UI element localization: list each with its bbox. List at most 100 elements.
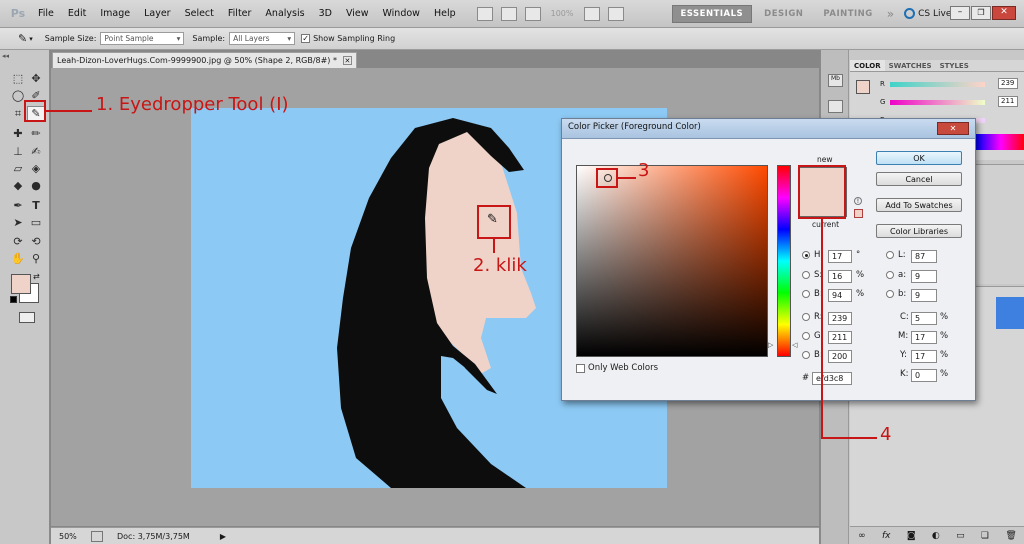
hue-slider-left-arrow-icon[interactable]: ▷ <box>768 341 773 349</box>
more-workspaces-icon[interactable]: » <box>887 7 894 21</box>
hex-input[interactable]: efd3c8 <box>812 372 852 385</box>
screen-mode-icon[interactable] <box>607 6 624 21</box>
magenta-input[interactable]: 17 <box>911 331 937 344</box>
new-group-icon[interactable]: ▭ <box>956 531 965 541</box>
close-document-icon[interactable]: ✕ <box>342 56 352 65</box>
cs-live-button[interactable]: CS Live <box>918 9 951 19</box>
menu-image[interactable]: Image <box>93 8 137 19</box>
workspace-painting[interactable]: PAINTING <box>815 5 880 23</box>
menu-3d[interactable]: 3D <box>312 8 339 19</box>
link-layers-icon[interactable]: ∞ <box>858 531 866 541</box>
green-input[interactable]: 211 <box>828 331 852 344</box>
blue-input[interactable]: 200 <box>828 350 852 363</box>
type-tool-icon[interactable]: T <box>27 198 45 213</box>
restore-icon[interactable]: ❐ <box>971 6 991 20</box>
ok-button[interactable]: OK <box>876 151 962 165</box>
history-panel-icon[interactable] <box>828 100 843 113</box>
b-lab-input[interactable]: 9 <box>911 289 937 302</box>
cyan-input[interactable]: 5 <box>911 312 937 325</box>
menu-filter[interactable]: Filter <box>221 8 259 19</box>
color-libraries-button[interactable]: Color Libraries <box>876 224 962 238</box>
zoom-level-display[interactable]: 100% <box>551 9 574 18</box>
paint-bucket-tool-icon[interactable]: ◈ <box>27 161 45 176</box>
add-to-swatches-button[interactable]: Add To Swatches <box>876 198 962 212</box>
menu-edit[interactable]: Edit <box>61 8 93 19</box>
r-slider[interactable] <box>890 82 985 87</box>
red-input[interactable]: 239 <box>828 312 852 325</box>
menu-layer[interactable]: Layer <box>137 8 178 19</box>
delete-layer-icon[interactable]: 🗑 <box>1005 531 1016 541</box>
adjustment-layer-icon[interactable]: ◐ <box>932 531 940 541</box>
view-extras-icon[interactable] <box>524 6 541 21</box>
yellow-input[interactable]: 17 <box>911 350 937 363</box>
mini-bridge-panel-icon[interactable]: Mb <box>828 74 843 87</box>
bridge-icon[interactable] <box>476 6 493 21</box>
sample-size-select[interactable]: Point Sample ▾ <box>100 32 185 45</box>
path-selection-tool-icon[interactable]: ➤ <box>9 215 27 230</box>
cancel-button[interactable]: Cancel <box>876 172 962 186</box>
gamut-warning-icon[interactable]: ! <box>854 197 862 205</box>
web-safe-swatch[interactable] <box>854 209 863 218</box>
lightness-input[interactable]: 87 <box>911 250 937 263</box>
status-menu-icon[interactable]: ▶ <box>220 532 226 541</box>
eraser-tool-icon[interactable]: ▱ <box>9 161 27 176</box>
document-tab[interactable]: Leah-Dizon-LoverHugs.Com-9999900.jpg @ 5… <box>52 52 357 68</box>
3d-rotate-tool-icon[interactable]: ⟳ <box>9 234 27 249</box>
tab-styles[interactable]: STYLES <box>936 60 973 71</box>
dialog-title-bar[interactable]: Color Picker (Foreground Color) ✕ <box>562 119 975 139</box>
r-slider-value[interactable]: 239 <box>998 78 1018 89</box>
brush-tool-icon[interactable]: ✏ <box>27 126 45 141</box>
healing-brush-tool-icon[interactable]: ✚ <box>9 126 27 141</box>
hue-slider[interactable] <box>777 165 791 357</box>
a-input[interactable]: 9 <box>911 270 937 283</box>
menu-view[interactable]: View <box>339 8 376 19</box>
status-info-icon[interactable] <box>91 530 103 542</box>
sample-select[interactable]: All Layers ▾ <box>229 32 296 45</box>
history-brush-tool-icon[interactable]: ✍ <box>27 144 45 159</box>
only-web-colors-checkbox[interactable] <box>576 364 585 373</box>
hand-tool-icon[interactable]: ✋ <box>9 251 27 266</box>
dialog-close-icon[interactable]: ✕ <box>937 122 969 135</box>
g-slider-value[interactable]: 211 <box>998 96 1018 107</box>
b-lab-radio[interactable]: b: <box>886 289 906 299</box>
menu-help[interactable]: Help <box>427 8 463 19</box>
foreground-color-swatch[interactable] <box>11 274 31 294</box>
hue-slider-right-arrow-icon[interactable]: ◁ <box>792 341 797 349</box>
layer-mask-icon[interactable]: ◙ <box>907 531 916 541</box>
red-radio[interactable]: R: <box>802 312 823 322</box>
workspace-essentials[interactable]: ESSENTIALS <box>671 4 753 23</box>
blur-tool-icon[interactable]: ◆ <box>9 178 27 193</box>
shape-tool-icon[interactable]: ▭ <box>27 215 45 230</box>
saturation-input[interactable]: 16 <box>828 270 852 283</box>
saturation-radio[interactable]: S: <box>802 270 822 280</box>
arrange-documents-icon[interactable] <box>583 6 600 21</box>
tab-color[interactable]: COLOR <box>850 60 885 71</box>
workspace-design[interactable]: DESIGN <box>756 5 811 23</box>
blue-radio[interactable]: B: <box>802 350 823 360</box>
dodge-tool-icon[interactable]: ● <box>27 178 45 193</box>
marquee-tool-icon[interactable]: ⬚ <box>9 71 27 86</box>
brightness-input[interactable]: 94 <box>828 289 852 302</box>
saturation-brightness-field[interactable] <box>576 165 768 357</box>
3d-orbit-tool-icon[interactable]: ⟲ <box>27 234 45 249</box>
mini-bridge-icon[interactable] <box>500 6 517 21</box>
g-slider[interactable] <box>890 100 985 105</box>
hue-input[interactable]: 17 <box>828 250 852 263</box>
default-colors-icon[interactable] <box>10 296 17 303</box>
close-icon[interactable]: ✕ <box>992 6 1016 20</box>
swap-colors-icon[interactable]: ⇄ <box>33 272 40 281</box>
pen-tool-icon[interactable]: ✒ <box>9 198 27 213</box>
quick-mask-icon[interactable] <box>19 312 35 323</box>
a-radio[interactable]: a: <box>886 270 906 280</box>
layer-row-selected[interactable] <box>996 297 1024 329</box>
zoom-tool-icon[interactable]: ⚲ <box>27 251 45 266</box>
show-sampling-ring-checkbox[interactable]: ✓ <box>301 34 311 43</box>
tab-swatches[interactable]: SWATCHES <box>885 60 936 71</box>
menu-file[interactable]: File <box>31 8 61 19</box>
preset-dropdown-icon[interactable]: ▾ <box>29 35 33 43</box>
panel-foreground-swatch[interactable] <box>856 80 870 94</box>
clone-stamp-tool-icon[interactable]: ⊥ <box>9 144 27 159</box>
lightness-radio[interactable]: L: <box>886 250 906 260</box>
layer-style-icon[interactable]: fx <box>882 531 891 541</box>
menu-analysis[interactable]: Analysis <box>258 8 311 19</box>
